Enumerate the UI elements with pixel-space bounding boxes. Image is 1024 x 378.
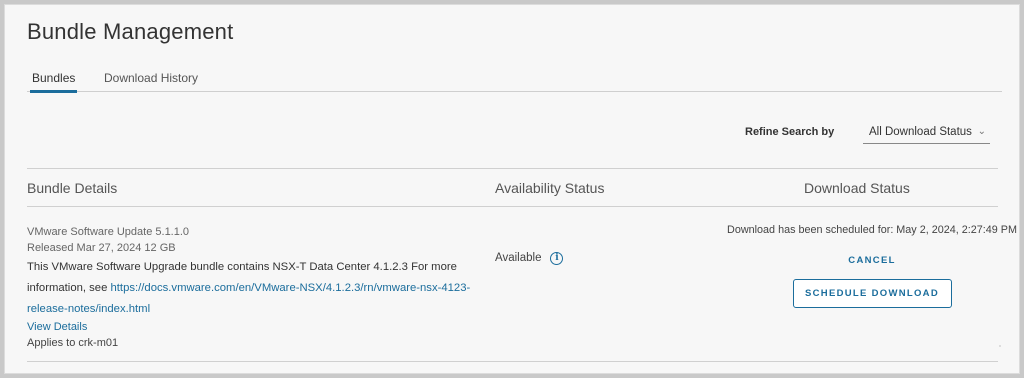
- tab-download-history[interactable]: Download History: [104, 71, 198, 92]
- tab-bundles[interactable]: Bundles: [29, 71, 78, 93]
- column-header-availability-status: Availability Status: [495, 180, 605, 196]
- bundle-release-info: Released Mar 27, 2024 12 GB: [27, 241, 176, 254]
- table-header: Bundle Details Availability Status Downl…: [27, 169, 998, 207]
- download-scheduled-text: Download has been scheduled for: May 2, …: [727, 224, 1017, 236]
- applies-to-text: Applies to crk-m01: [27, 337, 119, 349]
- refine-search-label: Refine Search by: [745, 126, 835, 138]
- download-status-filter-value: All Download Status: [869, 126, 972, 138]
- info-icon[interactable]: i: [550, 252, 564, 266]
- view-details-link[interactable]: View Details: [27, 320, 472, 334]
- availability-status-cell: Available i: [495, 251, 564, 267]
- bundle-details-cell: VMware Software Update 5.1.1.0 Released …: [27, 225, 472, 352]
- download-status-cell: Download has been scheduled for: May 2, …: [727, 224, 1017, 308]
- availability-status-text: Available: [495, 252, 542, 264]
- schedule-download-button[interactable]: SCHEDULE DOWNLOAD: [792, 279, 952, 308]
- tab-bar: Bundles Download History: [27, 69, 1002, 93]
- bundle-description: This VMware Software Upgrade bundle cont…: [27, 257, 472, 320]
- download-status-filter[interactable]: All Download Status ⌄: [863, 123, 990, 144]
- decorative-dot: [999, 345, 1001, 347]
- bundles-table: Bundle Details Availability Status Downl…: [27, 168, 1017, 362]
- cancel-button[interactable]: CANCEL: [848, 255, 895, 266]
- page-title: Bundle Management: [27, 19, 234, 44]
- bundle-name: VMware Software Update 5.1.1.0: [27, 226, 190, 238]
- column-header-bundle-details: Bundle Details: [27, 180, 118, 196]
- chevron-down-icon: ⌄: [977, 126, 986, 137]
- bundle-management-panel: Bundle Management Bundles Download Histo…: [4, 4, 1020, 374]
- column-header-download-status: Download Status: [804, 180, 910, 196]
